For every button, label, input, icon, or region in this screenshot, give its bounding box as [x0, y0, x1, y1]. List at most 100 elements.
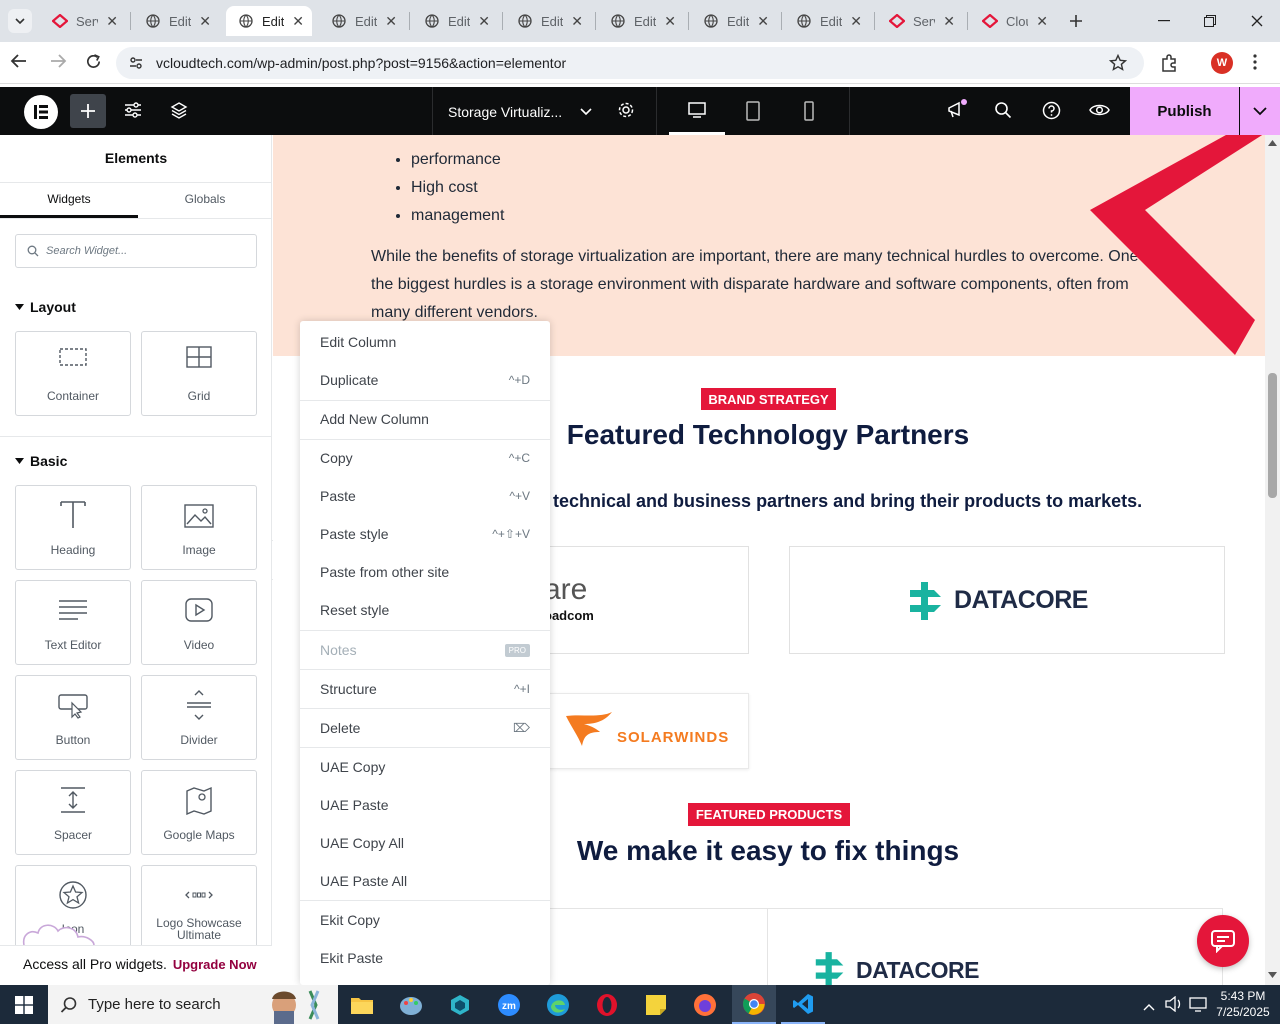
widget-logo-showcase[interactable]: Logo Showcase Ultimate	[141, 865, 257, 950]
close-tab-icon[interactable]: ✕	[571, 13, 583, 30]
widget-grid[interactable]: Grid	[141, 331, 257, 416]
network-icon[interactable]	[1189, 996, 1207, 1014]
context-menu-item-copy[interactable]: Copy ^+C	[300, 440, 550, 476]
context-menu-item-structure[interactable]: Structure ^+I	[300, 671, 550, 707]
page-title-dropdown[interactable]: Storage Virtualiz...	[448, 102, 598, 122]
help-button[interactable]	[1042, 101, 1062, 121]
browser-tab[interactable]: Clou ✕	[970, 6, 1056, 36]
context-menu-item-edit-column[interactable]: Edit Column	[300, 324, 550, 360]
close-tab-icon[interactable]: ✕	[385, 13, 397, 30]
close-tab-icon[interactable]: ✕	[943, 13, 955, 30]
tab-widgets[interactable]: Widgets	[0, 183, 138, 218]
site-settings-button[interactable]	[124, 102, 144, 120]
reload-button[interactable]	[85, 53, 107, 75]
taskbar-zoom[interactable]: zm	[487, 985, 531, 1024]
browser-tab[interactable]: Serv ✕	[40, 6, 126, 36]
taskbar-opera[interactable]	[585, 985, 629, 1024]
close-tab-icon[interactable]: ✕	[757, 13, 769, 30]
taskbar-vscode[interactable]	[781, 985, 825, 1024]
profile-avatar[interactable]: W	[1211, 52, 1233, 74]
context-menu-item-uae-copy-all[interactable]: UAE Copy All	[300, 825, 550, 861]
preview-button[interactable]	[1089, 101, 1111, 121]
widget-google-maps[interactable]: Google Maps	[141, 770, 257, 855]
taskbar-chrome[interactable]	[732, 985, 776, 1024]
page-settings-button[interactable]	[617, 101, 637, 121]
scroll-down-icon[interactable]	[1268, 972, 1277, 978]
widget-button[interactable]: Button	[15, 675, 131, 760]
taskbar-edge[interactable]	[536, 985, 580, 1024]
widget-container[interactable]: Container	[15, 331, 131, 416]
add-element-button[interactable]	[70, 94, 106, 128]
close-tab-icon[interactable]: ✕	[199, 13, 211, 30]
scrollbar-thumb[interactable]	[1268, 373, 1277, 498]
browser-tab[interactable]: Edit ✕	[412, 6, 498, 36]
tablet-view-button[interactable]	[735, 87, 771, 135]
basic-section-toggle[interactable]: Basic	[15, 453, 67, 469]
browser-tab[interactable]: Edit ✕	[133, 6, 219, 36]
notifications-button[interactable]	[946, 99, 970, 123]
context-menu-item-paste-from-other-site[interactable]: Paste from other site	[300, 554, 550, 590]
close-tab-icon[interactable]: ✕	[292, 13, 304, 30]
site-info-icon[interactable]	[128, 55, 144, 71]
context-menu-item-paste[interactable]: Paste ^+V	[300, 478, 550, 514]
browser-tab[interactable]: Edit ✕	[226, 6, 312, 36]
forward-button[interactable]	[49, 52, 73, 74]
context-menu-item-paste-style[interactable]: Paste style ^+⇧+V	[300, 516, 550, 552]
tab-globals[interactable]: Globals	[138, 183, 272, 218]
widget-spacer[interactable]: Spacer	[15, 770, 131, 855]
clock[interactable]: 5:43 PM 7/25/2025	[1212, 988, 1274, 1020]
widget-text-editor[interactable]: Text Editor	[15, 580, 131, 665]
widget-heading[interactable]: Heading	[15, 485, 131, 570]
restore-button[interactable]	[1196, 11, 1224, 31]
browser-tab[interactable]: Serv ✕	[877, 6, 963, 36]
canvas-scrollbar[interactable]	[1265, 135, 1280, 985]
close-tab-icon[interactable]: ✕	[106, 13, 118, 30]
context-menu-item-ekit-copy[interactable]: Ekit Copy	[300, 902, 550, 938]
close-tab-icon[interactable]: ✕	[478, 13, 490, 30]
structure-button[interactable]	[170, 101, 190, 121]
context-menu-item-reset-style[interactable]: Reset style	[300, 592, 550, 628]
volume-icon[interactable]	[1165, 995, 1183, 1014]
browser-tab[interactable]: Edit ✕	[319, 6, 405, 36]
context-menu-item-uae-copy[interactable]: UAE Copy	[300, 749, 550, 785]
publish-button[interactable]: Publish	[1130, 87, 1239, 135]
context-menu-item-notes[interactable]: Notes PRO	[300, 632, 550, 668]
new-tab-button[interactable]	[1064, 9, 1088, 33]
elementor-logo-button[interactable]	[24, 95, 58, 129]
context-menu-item-uae-paste[interactable]: UAE Paste	[300, 787, 550, 823]
widget-image[interactable]: Image	[141, 485, 257, 570]
context-menu-item-delete[interactable]: Delete ⌦	[300, 710, 550, 746]
close-tab-icon[interactable]: ✕	[1036, 13, 1048, 30]
mobile-view-button[interactable]	[791, 87, 827, 135]
browser-tab[interactable]: Edit ✕	[598, 6, 684, 36]
taskbar-firefox[interactable]	[683, 985, 727, 1024]
taskbar-file-explorer[interactable]	[340, 985, 384, 1024]
widget-search-input[interactable]: Search Widget...	[15, 234, 257, 268]
browser-tab[interactable]: Edit ✕	[784, 6, 870, 36]
minimize-button[interactable]	[1150, 12, 1178, 30]
show-hidden-icons[interactable]	[1143, 998, 1157, 1012]
taskbar-search-box[interactable]: Type here to search	[48, 985, 338, 1024]
taskbar-app-paint[interactable]	[389, 985, 433, 1024]
close-tab-icon[interactable]: ✕	[850, 13, 862, 30]
tab-search-button[interactable]	[8, 9, 32, 33]
finder-search-button[interactable]	[994, 101, 1014, 121]
browser-tab[interactable]: Edit ✕	[691, 6, 777, 36]
start-button[interactable]	[2, 985, 46, 1024]
address-bar[interactable]: vcloudtech.com/wp-admin/post.php?post=91…	[116, 47, 1144, 79]
scroll-up-icon[interactable]	[1268, 140, 1277, 146]
back-button[interactable]	[10, 52, 34, 74]
widget-divider[interactable]: Divider	[141, 675, 257, 760]
widget-video[interactable]: Video	[141, 580, 257, 665]
context-menu-item-ekit-paste[interactable]: Ekit Paste	[300, 940, 550, 976]
layout-section-toggle[interactable]: Layout	[15, 299, 76, 315]
context-menu-item-duplicate[interactable]: Duplicate ^+D	[300, 362, 550, 398]
close-window-button[interactable]	[1243, 11, 1271, 31]
extensions-icon[interactable]	[1159, 53, 1179, 73]
taskbar-app-vscode-like[interactable]	[438, 985, 482, 1024]
bookmark-star-icon[interactable]	[1108, 53, 1128, 72]
desktop-view-button[interactable]	[669, 87, 725, 135]
upgrade-now-link[interactable]: Upgrade Now	[173, 957, 257, 972]
browser-tab[interactable]: Edit ✕	[505, 6, 591, 36]
context-menu-item-add-new-column[interactable]: Add New Column	[300, 401, 550, 437]
